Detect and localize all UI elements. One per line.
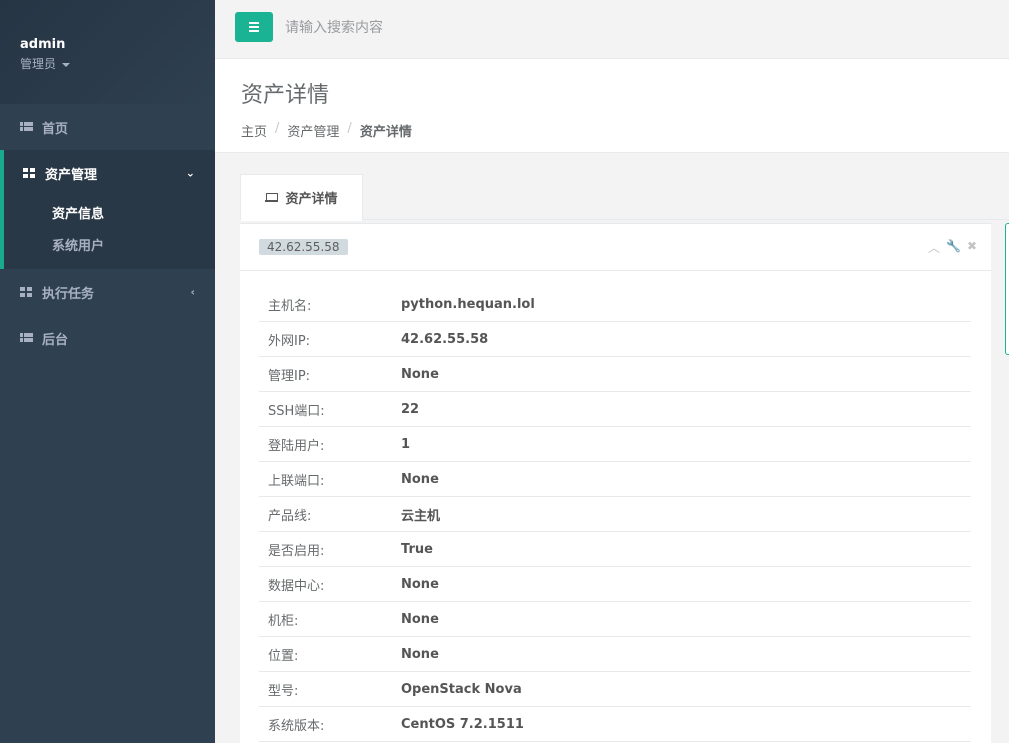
laptop-icon <box>265 193 279 202</box>
search-input[interactable] <box>285 12 585 44</box>
row-value: 云主机 <box>401 508 441 524</box>
sidebar-item-label: 执行任务 <box>42 286 95 302</box>
row-key: 上联端口: <box>268 473 325 489</box>
breadcrumb-separator: / <box>347 121 352 136</box>
table-row: 主机名: python.hequan.lol <box>259 287 971 322</box>
profile-role-dropdown[interactable]: 管理员 <box>20 55 215 72</box>
row-value: None <box>401 646 439 662</box>
asset-detail-panel: 42.62.55.58 ︿ 🔧 ✖ 主机名: python.hequan.lol … <box>240 223 991 743</box>
sidebar-item-asset-management[interactable]: 资产管理 ⌄ <box>4 150 215 196</box>
row-value: OpenStack Nova <box>401 681 522 697</box>
row-value: 42.62.55.58 <box>401 331 489 347</box>
table-row: SSH端口: 22 <box>259 392 971 427</box>
breadcrumb: 主页 / 资产管理 / 资产详情 <box>241 121 1009 140</box>
list-icon <box>20 333 33 343</box>
tab-asset-detail[interactable]: 资产详情 <box>240 174 363 221</box>
table-row: 系统版本: CentOS 7.2.1511 <box>259 707 971 742</box>
row-value: 22 <box>401 401 420 417</box>
th-large-icon <box>20 287 32 297</box>
table-row: 产品线: 云主机 <box>259 497 971 532</box>
close-icon[interactable]: ✖ <box>967 239 977 256</box>
row-key: 型号: <box>268 683 299 699</box>
tab-label: 资产详情 <box>285 192 338 207</box>
sidebar-item-home[interactable]: 首页 <box>0 104 215 150</box>
table-row: 机柜: None <box>259 602 971 637</box>
breadcrumb-home[interactable]: 主页 <box>241 121 267 140</box>
row-value: None <box>401 366 439 382</box>
profile-header: admin 管理员 <box>0 0 215 104</box>
row-value: CentOS 7.2.1511 <box>401 716 524 732</box>
breadcrumb-separator: / <box>275 121 280 136</box>
page-heading: 资产详情 主页 / 资产管理 / 资产详情 <box>215 59 1009 153</box>
sidebar-item-admin[interactable]: 后台 <box>0 315 215 361</box>
ip-badge: 42.62.55.58 <box>259 239 348 255</box>
list-icon <box>20 122 33 132</box>
profile-name: admin <box>20 37 66 52</box>
table-row: 上联端口: None <box>259 462 971 497</box>
row-key: 管理IP: <box>268 368 311 384</box>
wrench-icon[interactable]: 🔧 <box>946 239 961 256</box>
sidebar-item-label: 后台 <box>42 332 69 348</box>
row-value: None <box>401 576 439 592</box>
row-key: 产品线: <box>268 508 312 524</box>
hamburger-icon-line <box>249 30 259 32</box>
th-large-icon <box>23 168 35 178</box>
sidebar-item-label: 资产管理 <box>45 167 98 183</box>
row-value: python.hequan.lol <box>401 296 535 312</box>
detail-table: 主机名: python.hequan.lol 外网IP: 42.62.55.58 管… <box>259 287 971 742</box>
table-row: 是否启用: True <box>259 532 971 567</box>
chevron-down-icon: ⌄ <box>185 166 195 180</box>
sidebar: admin 管理员 首页 资产管理 ⌄ 资产信息 系统用户 执行任务 ‹ 后台 <box>0 0 215 743</box>
sidebar-item-tasks[interactable]: 执行任务 ‹ <box>0 269 215 315</box>
row-key: 主机名: <box>268 298 312 314</box>
table-row: 登陆用户: 1 <box>259 427 971 462</box>
row-key: 系统版本: <box>268 718 325 734</box>
panel-header: 42.62.55.58 ︿ 🔧 ✖ <box>240 224 991 271</box>
sidebar-subitem-asset-info[interactable]: 资产信息 <box>4 196 215 228</box>
hamburger-icon <box>249 22 259 24</box>
row-key: 外网IP: <box>268 333 311 349</box>
row-value: True <box>401 541 433 557</box>
caret-down-icon <box>62 62 71 67</box>
top-navbar <box>215 0 1009 59</box>
row-key: 是否启用: <box>268 543 325 559</box>
profile-role-label: 管理员 <box>20 57 57 71</box>
breadcrumb-current: 资产详情 <box>359 125 412 140</box>
row-key: 机柜: <box>268 613 299 629</box>
panel-tools: ︿ 🔧 ✖ <box>928 239 977 256</box>
menu-toggle-button[interactable] <box>235 12 273 42</box>
sidebar-item-label: 首页 <box>42 121 69 137</box>
table-row: 数据中心: None <box>259 567 971 602</box>
sidebar-subitem-system-users[interactable]: 系统用户 <box>4 228 215 260</box>
row-key: 登陆用户: <box>268 438 325 454</box>
chevron-up-icon[interactable]: ︿ <box>928 239 940 256</box>
table-row: 型号: OpenStack Nova <box>259 672 971 707</box>
row-value: 1 <box>401 436 411 452</box>
row-key: 数据中心: <box>268 578 325 594</box>
sidebar-submenu: 资产信息 系统用户 <box>4 196 215 269</box>
tab-bar: 资产详情 <box>240 174 1009 221</box>
table-row: 位置: None <box>259 637 971 672</box>
breadcrumb-asset-management[interactable]: 资产管理 <box>287 121 339 140</box>
hamburger-icon-line <box>249 26 259 28</box>
row-key: 位置: <box>268 648 299 664</box>
row-key: SSH端口: <box>268 403 325 419</box>
chevron-left-icon: ‹ <box>190 285 195 299</box>
side-drawer-handle[interactable] <box>1005 223 1009 355</box>
page-title: 资产详情 <box>241 83 330 108</box>
table-row: 管理IP: None <box>259 357 971 392</box>
row-value: None <box>401 611 439 627</box>
table-row: 外网IP: 42.62.55.58 <box>259 322 971 357</box>
sidebar-group-asset-management: 资产管理 ⌄ 资产信息 系统用户 <box>0 150 215 269</box>
row-value: None <box>401 471 439 487</box>
